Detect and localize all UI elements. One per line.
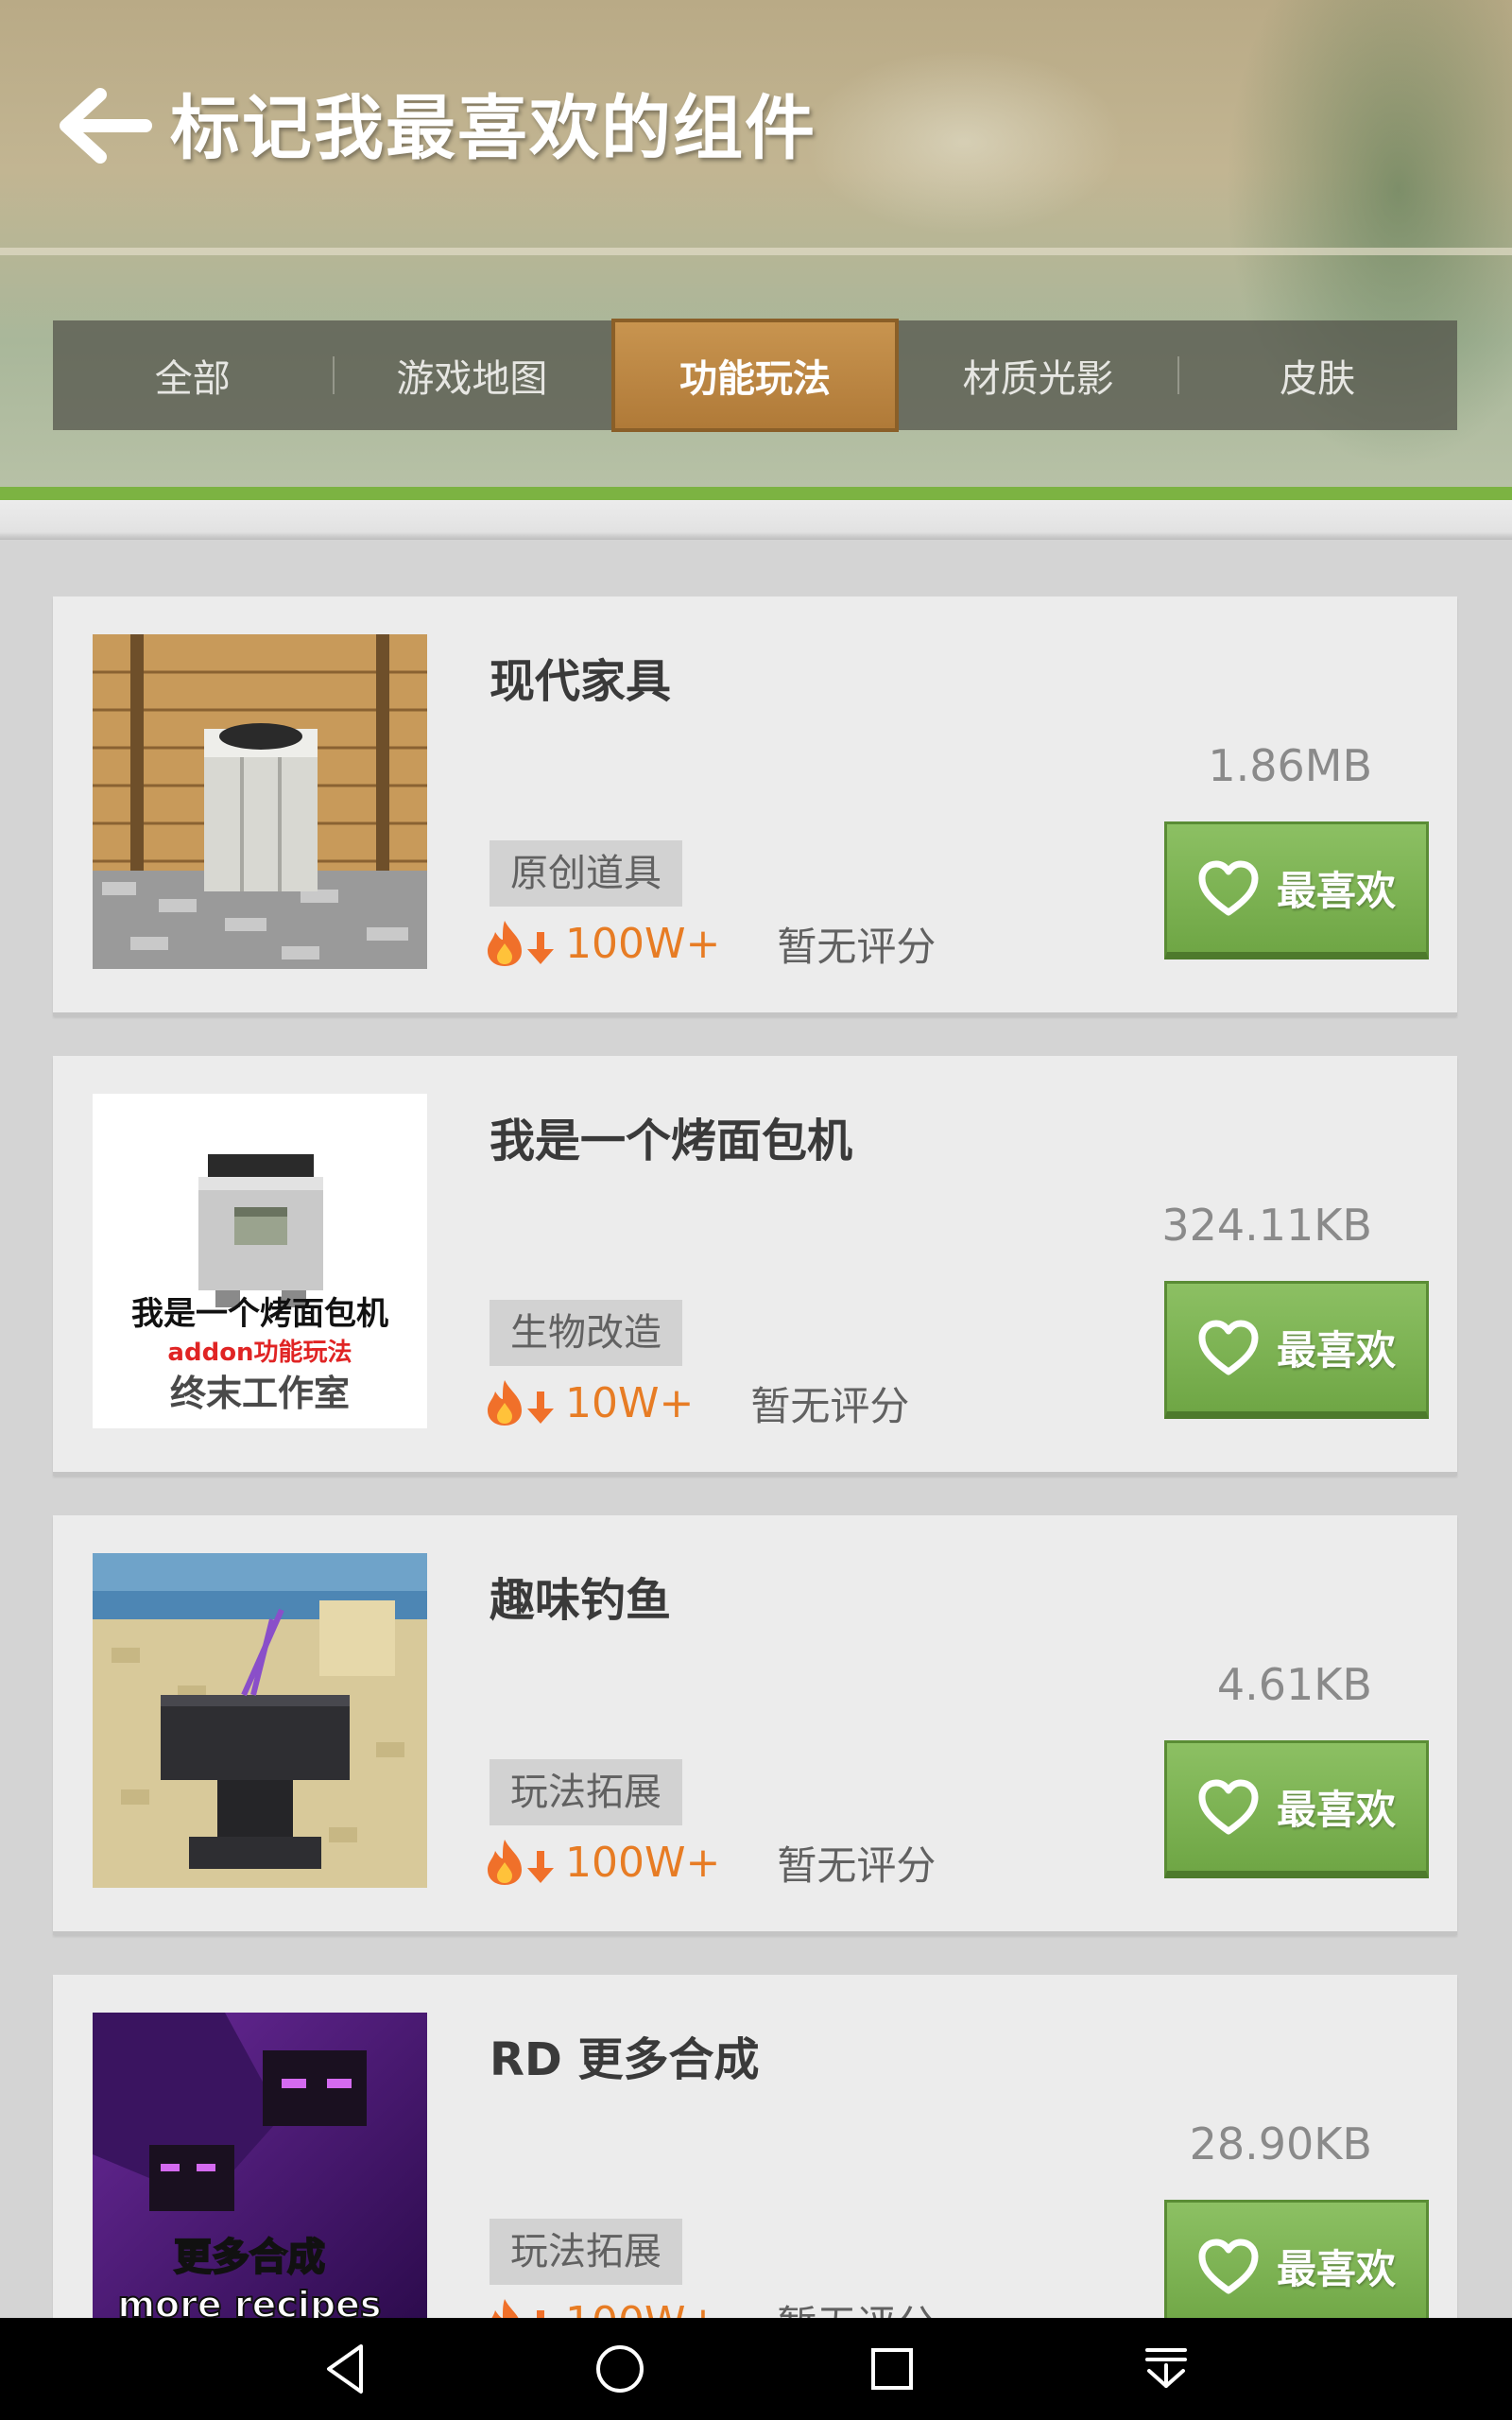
favorite-button-label: 最喜欢	[1276, 868, 1396, 914]
item-stats: 100W+ 暂无评分	[484, 1829, 936, 1895]
heart-icon	[1198, 1779, 1259, 1834]
item-rating: 暂无评分	[777, 923, 936, 970]
list-item[interactable]: 趣味钓鱼 4.61KB 玩法拓展 100W+ 暂无评分 最喜欢	[53, 1515, 1457, 1935]
header-banner: 标记我最喜欢的组件 全部 游戏地图 功能玩法 材质光影 皮肤	[0, 0, 1512, 487]
download-arrow-icon	[527, 1392, 554, 1424]
download-arrow-icon	[527, 932, 554, 964]
tab-skins[interactable]: 皮肤	[1177, 320, 1457, 430]
item-file-size: 1.86MB	[1208, 740, 1372, 791]
item-title[interactable]: 现代家具	[490, 644, 671, 710]
item-downloads: 100W+	[565, 919, 721, 968]
back-triangle-icon	[327, 2344, 363, 2394]
back-button[interactable]	[55, 83, 153, 168]
header-divider	[0, 248, 1512, 255]
category-tabs: 全部 游戏地图 功能玩法 材质光影 皮肤	[53, 319, 1457, 432]
item-thumbnail: 更多合成 more recipes	[93, 2013, 427, 2347]
favorite-button-label: 最喜欢	[1276, 1787, 1396, 1833]
item-category-tag: 玩法拓展	[490, 1759, 682, 1825]
list-item[interactable]: 我是一个烤面包机 addon功能玩法 终末工作室 我是一个烤面包机 324.11…	[53, 1056, 1457, 1476]
item-category-tag: 原创道具	[490, 840, 682, 907]
item-file-size: 4.61KB	[1216, 1659, 1372, 1710]
item-category-tag: 玩法拓展	[490, 2219, 682, 2285]
nav-recents-button[interactable]	[864, 2341, 920, 2397]
nav-home-button[interactable]	[592, 2341, 648, 2397]
item-downloads: 100W+	[565, 1838, 721, 1887]
heart-icon	[1198, 2238, 1259, 2293]
nav-back-button[interactable]	[318, 2341, 374, 2397]
heart-icon	[1198, 1320, 1259, 1374]
fire-icon	[488, 921, 522, 966]
item-thumbnail: 我是一个烤面包机 addon功能玩法 终末工作室	[93, 1094, 427, 1428]
item-downloads: 10W+	[565, 1378, 695, 1427]
favorite-button[interactable]: 最喜欢	[1164, 1740, 1429, 1878]
accent-line	[0, 487, 1512, 500]
item-title[interactable]: RD 更多合成	[490, 2022, 760, 2088]
item-rating: 暂无评分	[750, 1382, 910, 1429]
item-category-tag: 生物改造	[490, 1300, 682, 1366]
item-title[interactable]: 趣味钓鱼	[490, 1563, 671, 1629]
back-arrow-icon	[60, 88, 152, 164]
favorite-button-label: 最喜欢	[1276, 2246, 1396, 2292]
favorite-button[interactable]: 最喜欢	[1164, 1281, 1429, 1419]
item-thumbnail	[93, 1553, 427, 1888]
favorite-button-label: 最喜欢	[1276, 1327, 1396, 1374]
page-title: 标记我最喜欢的组件	[170, 88, 816, 169]
item-thumbnail	[93, 634, 427, 969]
tab-textures-shaders[interactable]: 材质光影	[899, 320, 1178, 430]
thumb-studio: 终末工作室	[170, 1373, 350, 1414]
heart-icon	[1198, 860, 1259, 915]
item-title[interactable]: 我是一个烤面包机	[490, 1103, 852, 1169]
list-top-shadow	[0, 500, 1512, 540]
tab-game-maps[interactable]: 游戏地图	[332, 320, 612, 430]
tab-gameplay[interactable]: 功能玩法	[611, 319, 899, 432]
list-item[interactable]: 现代家具 1.86MB 原创道具 100W+ 暂无评分 最喜欢	[53, 596, 1457, 1016]
item-stats: 10W+ 暂无评分	[484, 1370, 909, 1436]
nav-notification-button[interactable]	[1138, 2341, 1194, 2397]
thumb-caption: 更多合成	[174, 2236, 325, 2279]
download-arrow-icon	[527, 1851, 554, 1883]
home-circle-icon	[596, 2345, 644, 2393]
favorite-button[interactable]: 最喜欢	[1164, 821, 1429, 959]
thumb-subcaption: addon功能玩法	[167, 1338, 352, 1367]
recents-square-icon	[871, 2348, 913, 2390]
tab-all[interactable]: 全部	[53, 320, 333, 430]
thumb-caption: 我是一个烤面包机	[131, 1295, 388, 1333]
item-file-size: 28.90KB	[1189, 2118, 1372, 2169]
item-rating: 暂无评分	[777, 1841, 936, 1889]
fire-icon	[488, 1840, 522, 1885]
item-stats: 100W+ 暂无评分	[484, 910, 936, 977]
item-file-size: 324.11KB	[1161, 1200, 1372, 1251]
notification-pull-icon	[1145, 2348, 1187, 2388]
system-nav-bar	[0, 2318, 1512, 2420]
fire-icon	[488, 1380, 522, 1426]
